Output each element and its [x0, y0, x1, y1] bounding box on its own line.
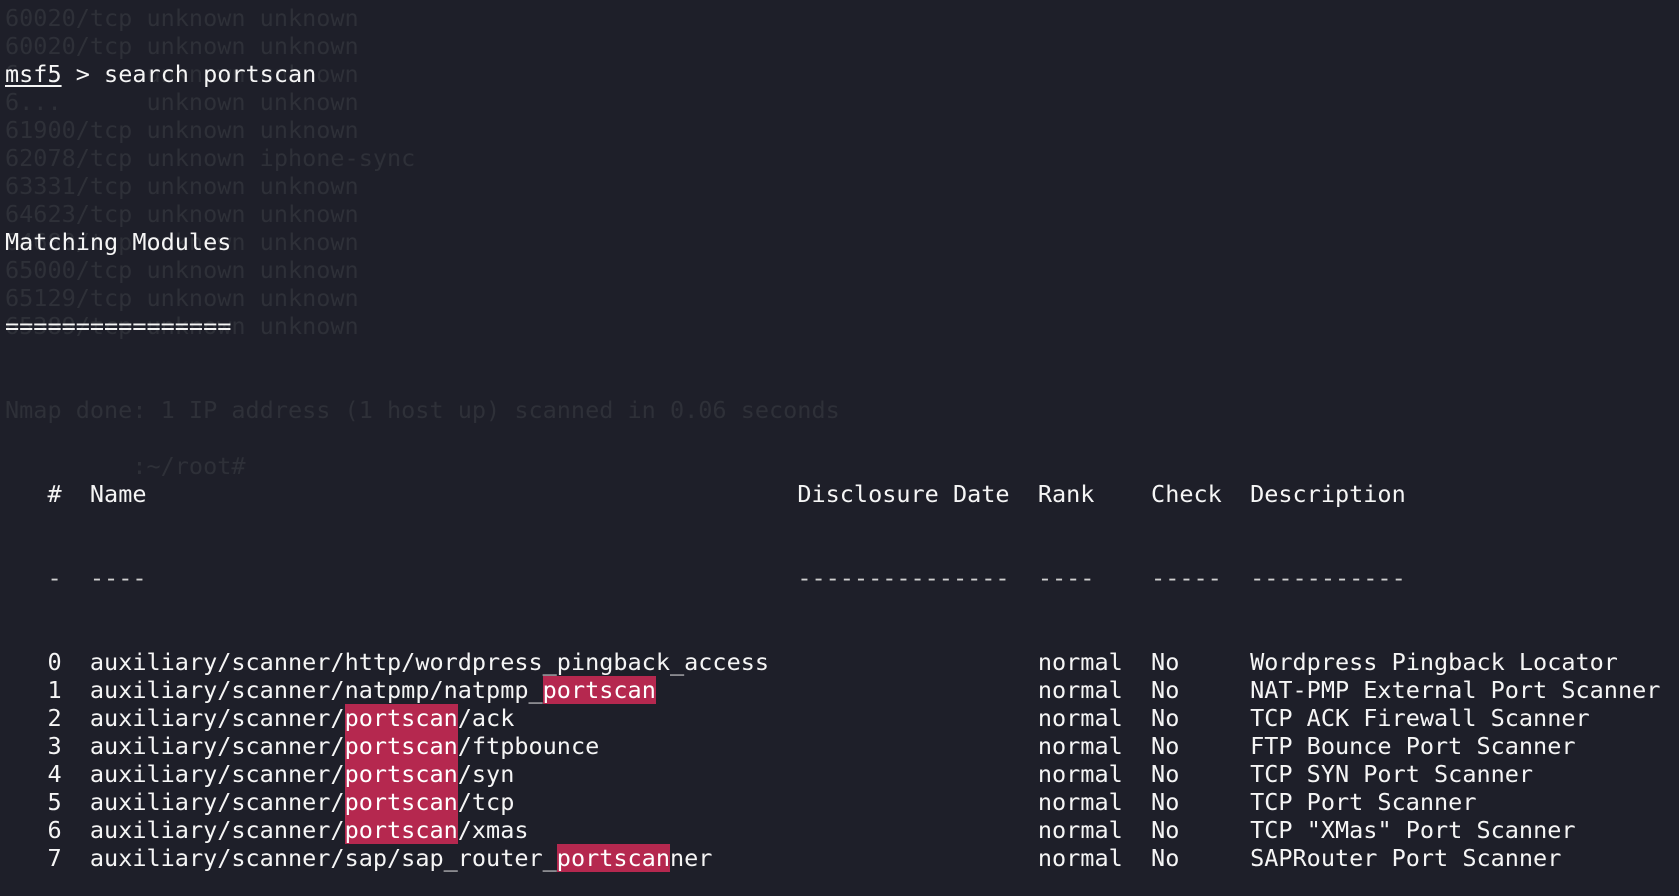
row-description: SAPRouter Port Scanner — [1250, 844, 1562, 872]
row-module-name[interactable]: auxiliary/scanner/portscan/syn — [90, 760, 514, 788]
heading-rule: ================ — [5, 312, 232, 340]
row-check: No — [1151, 816, 1180, 844]
header-date: Disclosure Date — [797, 480, 1010, 508]
heading: Matching Modules — [5, 228, 232, 256]
row-rank: normal — [1037, 732, 1123, 760]
table-row: 2 auxiliary/scanner/portscan/ack normal … — [5, 704, 1660, 732]
search-match-highlight: portscan — [344, 788, 458, 816]
table-row: 5 auxiliary/scanner/portscan/tcp normal … — [5, 788, 1660, 816]
row-num: 5 — [47, 788, 62, 816]
row-rank: normal — [1037, 816, 1123, 844]
row-disclosure-date — [797, 788, 1009, 816]
terminal-window[interactable]: 60020/tcp unknown unknown 60020/tcp unkn… — [0, 0, 1679, 872]
row-check: No — [1151, 844, 1180, 872]
terminal-output: msf5 > search portscan Matching Modules … — [5, 4, 1660, 896]
row-disclosure-date — [797, 732, 1009, 760]
prompt-separator: > — [61, 60, 105, 88]
row-check: No — [1151, 676, 1180, 704]
header-rank: Rank — [1037, 480, 1095, 508]
table-row: 7 auxiliary/scanner/sap/sap_router_ports… — [5, 844, 1660, 872]
table-header-rule: - ---- --------------- ---- ----- ------… — [47, 564, 1406, 592]
row-module-name[interactable]: auxiliary/scanner/portscan/xmas — [90, 816, 529, 844]
row-description: TCP SYN Port Scanner — [1250, 760, 1534, 788]
search-match-highlight: portscan — [344, 760, 458, 788]
row-description: Wordpress Pingback Locator — [1250, 648, 1618, 676]
header-check: Check — [1151, 480, 1222, 508]
prompt-user: msf5 — [5, 60, 62, 88]
row-rank: normal — [1037, 788, 1123, 816]
row-module-name[interactable]: auxiliary/scanner/portscan/ftpbounce — [90, 732, 599, 760]
row-module-name[interactable]: auxiliary/scanner/portscan/tcp — [90, 788, 514, 816]
row-disclosure-date — [797, 760, 1009, 788]
row-rank: normal — [1037, 704, 1123, 732]
row-check: No — [1151, 760, 1180, 788]
header-description: Description — [1250, 480, 1406, 508]
table-row: 3 auxiliary/scanner/portscan/ftpbounce n… — [5, 732, 1660, 760]
table-rows: 0 auxiliary/scanner/http/wordpress_pingb… — [5, 648, 1660, 872]
search-match-highlight: portscan — [344, 704, 458, 732]
row-description: NAT-PMP External Port Scanner — [1250, 676, 1661, 704]
row-num: 0 — [47, 648, 62, 676]
command-text: search portscan — [104, 60, 317, 88]
row-module-name[interactable]: auxiliary/scanner/sap/sap_router_portsca… — [90, 844, 712, 872]
row-num: 2 — [47, 704, 62, 732]
row-rank: normal — [1037, 676, 1123, 704]
row-num: 6 — [47, 816, 62, 844]
row-disclosure-date — [797, 816, 1009, 844]
search-match-highlight: portscan — [542, 676, 656, 704]
row-rank: normal — [1037, 760, 1123, 788]
row-module-name[interactable]: auxiliary/scanner/natpmp/natpmp_portscan — [90, 676, 656, 704]
row-disclosure-date — [797, 844, 1009, 872]
prompt-line: msf5 > search portscan — [5, 60, 1660, 88]
search-match-highlight: portscan — [556, 844, 670, 872]
row-num: 3 — [47, 732, 62, 760]
row-rank: normal — [1037, 844, 1123, 872]
row-num: 7 — [47, 844, 62, 872]
table-row: 6 auxiliary/scanner/portscan/xmas normal… — [5, 816, 1660, 844]
row-description: TCP ACK Firewall Scanner — [1250, 704, 1590, 732]
table-row: 0 auxiliary/scanner/http/wordpress_pingb… — [5, 648, 1660, 676]
table-row: 1 auxiliary/scanner/natpmp/natpmp_portsc… — [5, 676, 1660, 704]
row-module-name[interactable]: auxiliary/scanner/http/wordpress_pingbac… — [90, 648, 769, 676]
row-description: TCP Port Scanner — [1250, 788, 1477, 816]
row-disclosure-date — [797, 648, 1009, 676]
row-rank: normal — [1037, 648, 1123, 676]
row-check: No — [1151, 732, 1180, 760]
search-match-highlight: portscan — [344, 816, 458, 844]
row-check: No — [1151, 704, 1180, 732]
table-header: # Name Disclosure Date Rank Check Descri… — [5, 480, 1660, 508]
row-module-name[interactable]: auxiliary/scanner/portscan/ack — [90, 704, 514, 732]
row-num: 4 — [47, 760, 62, 788]
row-description: TCP "XMas" Port Scanner — [1250, 816, 1576, 844]
table-row: 4 auxiliary/scanner/portscan/syn normal … — [5, 760, 1660, 788]
header-name: Name — [89, 480, 147, 508]
row-disclosure-date — [797, 676, 1009, 704]
row-disclosure-date — [797, 704, 1009, 732]
row-check: No — [1151, 788, 1180, 816]
search-match-highlight: portscan — [344, 732, 458, 760]
header-num: # — [47, 480, 62, 508]
row-num: 1 — [47, 676, 62, 704]
row-description: FTP Bounce Port Scanner — [1250, 732, 1576, 760]
row-check: No — [1151, 648, 1180, 676]
